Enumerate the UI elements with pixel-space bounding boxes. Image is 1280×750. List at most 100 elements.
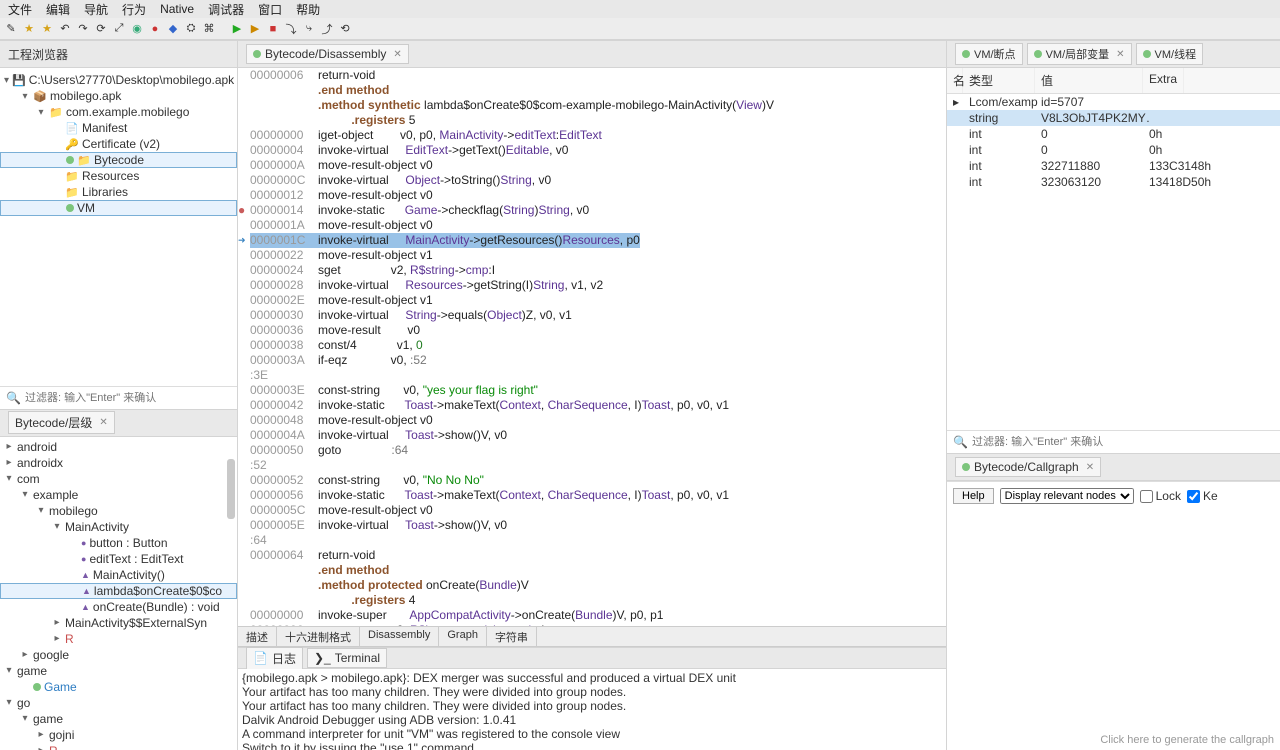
toolbar-icon[interactable]: ↷ xyxy=(76,22,90,36)
code-line[interactable]: :52 xyxy=(240,458,946,473)
variable-row[interactable]: ▸Lcom/exampid=5707 xyxy=(947,94,1280,110)
menu-item[interactable]: 行为 xyxy=(122,1,146,18)
code-line[interactable]: 00000006return-void xyxy=(240,68,946,83)
variables-table[interactable]: 名类型值Extra ▸Lcom/exampid=5707stringV8L3Ob… xyxy=(947,68,1280,190)
close-icon[interactable]: ✕ xyxy=(1116,49,1124,60)
hierarchy-tree[interactable]: ▸android▸androidx▾com▾example▾mobilego▾M… xyxy=(0,437,237,750)
code-subtab[interactable]: 字符串 xyxy=(487,627,537,646)
toolbar-icon[interactable]: ✎ xyxy=(4,22,18,36)
menu-item[interactable]: 调试器 xyxy=(208,1,244,18)
tree-row[interactable]: ●button : Button xyxy=(0,535,237,551)
tree-row[interactable]: ▲lambda$onCreate$0$co xyxy=(0,583,237,599)
tree-row[interactable]: ▾example xyxy=(0,487,237,503)
tree-row[interactable]: 🔑Certificate (v2) xyxy=(0,136,237,152)
code-line[interactable]: 0000005Einvoke-virtual Toast->show()V, v… xyxy=(240,518,946,533)
code-line[interactable]: 00000014invoke-static Game->checkflag(St… xyxy=(240,203,946,218)
twisty-icon[interactable]: ▾ xyxy=(20,489,30,500)
vars-tab[interactable]: VM/线程 xyxy=(1136,43,1204,65)
twisty-icon[interactable]: ▾ xyxy=(4,697,14,708)
column-header[interactable]: Extra xyxy=(1143,68,1184,93)
code-line[interactable]: 00000052const-string v0, "No No No" xyxy=(240,473,946,488)
column-header[interactable]: 类型 xyxy=(963,68,1035,93)
vars-tab[interactable]: VM/断点 xyxy=(955,43,1023,65)
tree-row[interactable]: ▾game xyxy=(0,663,237,679)
twisty-icon[interactable] xyxy=(953,143,969,157)
toolbar-icon[interactable]: ⟳ xyxy=(94,22,108,36)
step-over-icon[interactable]: ⤵ xyxy=(284,22,298,36)
code-line[interactable]: 00000012move-result-object v0 xyxy=(240,188,946,203)
code-line[interactable]: 00000048move-result-object v0 xyxy=(240,413,946,428)
tree-row[interactable]: ▾📦mobilego.apk xyxy=(0,88,237,104)
toolbar-icon[interactable]: ▶ xyxy=(248,22,262,36)
variable-row[interactable]: int00h xyxy=(947,126,1280,142)
variable-row[interactable]: int322711880133C3148h xyxy=(947,158,1280,174)
code-line[interactable]: .method protected onCreate(Bundle)V xyxy=(240,578,946,593)
twisty-icon[interactable]: ▾ xyxy=(20,713,30,724)
menu-item[interactable]: 帮助 xyxy=(296,1,320,18)
code-line[interactable]: 0000000Cinvoke-virtual Object->toString(… xyxy=(240,173,946,188)
code-line[interactable]: 0000001Cinvoke-virtual MainActivity->get… xyxy=(240,233,946,248)
tree-row[interactable]: ▲MainActivity() xyxy=(0,567,237,583)
code-subtab[interactable]: Disassembly xyxy=(360,627,439,646)
code-line[interactable]: .registers 5 xyxy=(240,113,946,128)
variable-row[interactable]: stringV8L3ObJT4PK2MY… xyxy=(947,110,1280,126)
twisty-icon[interactable]: ▸ xyxy=(4,441,14,452)
menu-item[interactable]: 文件 xyxy=(8,1,32,18)
code-line[interactable]: 0000004Ainvoke-virtual Toast->show()V, v… xyxy=(240,428,946,443)
column-header[interactable]: 值 xyxy=(1035,68,1143,93)
star-icon[interactable]: ★ xyxy=(40,22,54,36)
tree-row[interactable]: ▾MainActivity xyxy=(0,519,237,535)
twisty-icon[interactable]: ▸ xyxy=(20,649,30,660)
code-line[interactable]: 00000038const/4 v1, 0 xyxy=(240,338,946,353)
menu-item[interactable]: 编辑 xyxy=(46,1,70,18)
tree-row[interactable]: 📁Resources xyxy=(0,168,237,184)
tree-row[interactable]: 📁Libraries xyxy=(0,184,237,200)
tree-row[interactable]: ▾game xyxy=(0,711,237,727)
variable-row[interactable]: int32306312013418D50h xyxy=(947,174,1280,190)
code-line[interactable]: 0000000Amove-result-object v0 xyxy=(240,158,946,173)
step-into-icon[interactable]: ⤷ xyxy=(302,22,316,36)
chevron-down-icon[interactable]: ▾ xyxy=(4,75,9,86)
code-line[interactable]: :3E xyxy=(240,368,946,383)
tree-row[interactable]: ▾go xyxy=(0,695,237,711)
step-out-icon[interactable]: ⤴ xyxy=(320,22,334,36)
menu-item[interactable]: 导航 xyxy=(84,1,108,18)
scrollbar-thumb[interactable] xyxy=(227,459,235,519)
tree-row[interactable]: ▾com xyxy=(0,471,237,487)
twisty-icon[interactable]: ▾ xyxy=(36,107,46,118)
tree-row[interactable]: ▸android xyxy=(0,439,237,455)
tree-row[interactable]: ▸gojni xyxy=(0,727,237,743)
code-line[interactable]: .end method xyxy=(240,563,946,578)
ke-checkbox[interactable]: Ke xyxy=(1187,489,1218,503)
toolbar-icon[interactable]: ★ xyxy=(22,22,36,36)
code-line[interactable]: 00000042invoke-static Toast->makeText(Co… xyxy=(240,398,946,413)
code-line[interactable]: 00000028invoke-virtual Resources->getStr… xyxy=(240,278,946,293)
tree-row[interactable]: ▾mobilego xyxy=(0,503,237,519)
twisty-icon[interactable]: ▸ xyxy=(52,633,62,644)
twisty-icon[interactable]: ▾ xyxy=(20,91,30,102)
toolbar-icon[interactable]: ⛭ xyxy=(184,22,198,36)
twisty-icon[interactable] xyxy=(953,159,969,173)
tree-row[interactable]: ▸androidx xyxy=(0,455,237,471)
disassembly-view[interactable]: 00000006return-void.end method.method sy… xyxy=(238,68,946,626)
close-icon[interactable]: ✕ xyxy=(393,49,401,60)
code-line[interactable]: 0000005Cmove-result-object v0 xyxy=(240,503,946,518)
code-line[interactable]: 00000030invoke-virtual String->equals(Ob… xyxy=(240,308,946,323)
code-line[interactable]: 00000064return-void xyxy=(240,548,946,563)
code-subtab[interactable]: 描述 xyxy=(238,627,277,646)
tree-row[interactable]: ▸R xyxy=(0,743,237,750)
code-line[interactable]: .method synthetic lambda$onCreate$0$com-… xyxy=(240,98,946,113)
tree-row[interactable]: ▸MainActivity$$ExternalSyn xyxy=(0,615,237,631)
code-line[interactable]: 00000000iget-object v0, p0, MainActivity… xyxy=(240,128,946,143)
run-icon[interactable]: ▶ xyxy=(230,22,244,36)
twisty-icon[interactable]: ▾ xyxy=(36,505,46,516)
twisty-icon[interactable]: ▸ xyxy=(4,457,14,468)
twisty-icon[interactable]: ▸ xyxy=(36,729,46,740)
close-icon[interactable]: ✕ xyxy=(99,417,107,428)
code-line[interactable]: 0000002Emove-result-object v1 xyxy=(240,293,946,308)
twisty-icon[interactable]: ▾ xyxy=(4,665,14,676)
code-subtab[interactable]: Graph xyxy=(439,627,487,646)
tree-row[interactable]: Game xyxy=(0,679,237,695)
code-line[interactable]: .end method xyxy=(240,83,946,98)
code-line[interactable]: 00000036move-result v0 xyxy=(240,323,946,338)
